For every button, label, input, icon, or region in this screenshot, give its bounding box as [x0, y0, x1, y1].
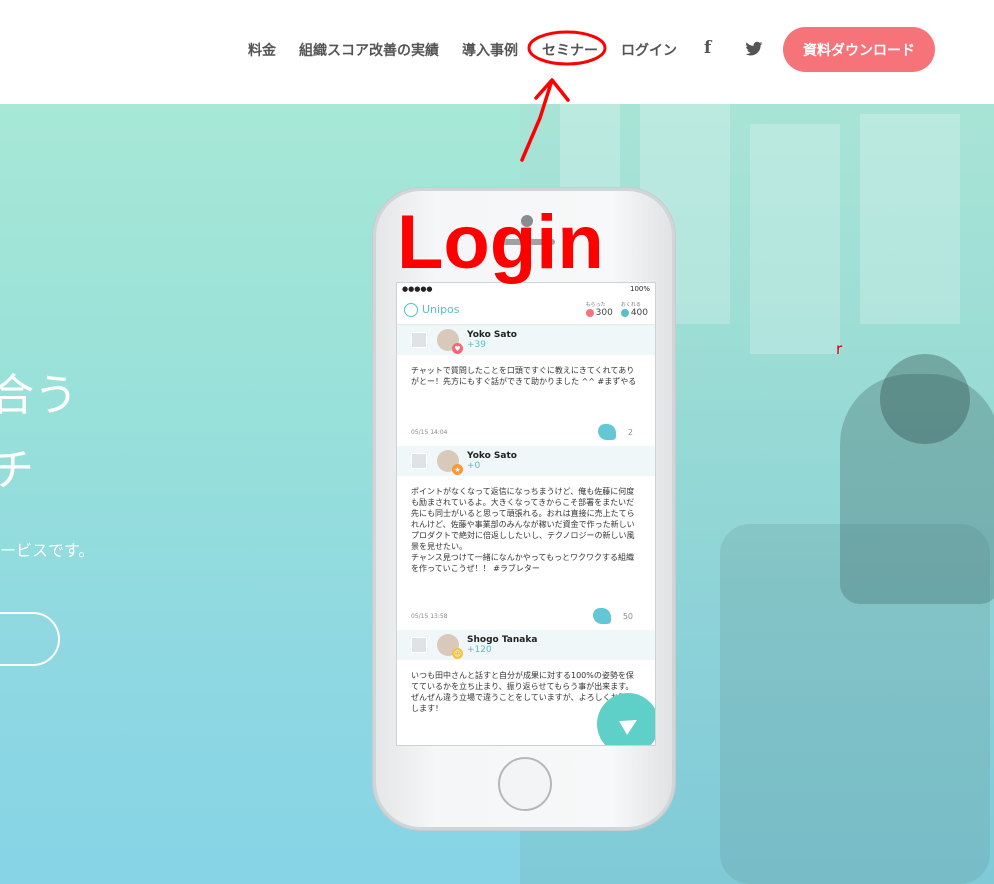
post-points: +120 [467, 645, 492, 655]
feed-post[interactable]: ★ Yoko Sato +0 ポイントがなくなって返信になっちまうけど、俺も佐藤… [397, 446, 655, 630]
points-summary: もらった 300 おくれる 400 [585, 301, 648, 318]
post-header: ☺ Shogo Tanaka +120 [397, 630, 655, 660]
sent-points: おくれる 400 [620, 301, 648, 318]
post-header: ★ Yoko Sato +0 [397, 446, 655, 476]
window-pane [860, 114, 960, 324]
post-points: +39 [467, 340, 486, 350]
phone-home-button [498, 757, 552, 811]
send-icon [619, 713, 641, 735]
sender-avatar [411, 453, 427, 469]
annotation-login-text: Login [397, 200, 604, 285]
post-footer: 05/15 13:58 50 [397, 602, 655, 630]
window-pane [750, 124, 840, 354]
nav-case-studies[interactable]: 導入事例 [462, 40, 518, 60]
post-points: +0 [467, 461, 481, 471]
clap-icon[interactable] [597, 424, 616, 440]
nav-pricing[interactable]: 料金 [248, 40, 276, 60]
post-message: チャットで質問したことを口頭ですぐに教えにきてくれてありがとー！先方にもすぐ話が… [411, 366, 637, 386]
sender-avatar [411, 332, 427, 348]
recipient-avatar: ☺ [437, 634, 463, 659]
download-materials-button[interactable]: 資料ダウンロード [783, 27, 935, 72]
facebook-icon[interactable]: f [704, 38, 711, 58]
twitter-icon[interactable] [745, 41, 763, 57]
feed-post[interactable]: ♥ Yoko Sato +39 チャットで質問したことを口頭ですぐに教えにきてく… [397, 325, 655, 446]
app-name: Unipos [422, 303, 460, 316]
heart-badge-icon: ♥ [452, 343, 463, 354]
sender-avatar [411, 637, 427, 653]
post-date: 05/15 14:04 [411, 428, 448, 436]
nav-seminar[interactable]: セミナー [542, 40, 598, 60]
unipos-logo: Unipos [404, 302, 460, 317]
recipient-avatar: ★ [437, 450, 463, 475]
post-message: ポイントがなくなって返信になっちまうけど、俺も佐藤に何度も励まされているよ。大き… [411, 487, 635, 573]
carrier-signal: ●●●●● [402, 285, 433, 293]
sent-icon [620, 309, 629, 317]
annotation-stray-text: r [836, 340, 843, 358]
post-date: 05/15 13:58 [411, 612, 448, 620]
clap-count: 50 [622, 611, 633, 621]
smile-badge-icon: ☺ [452, 648, 463, 659]
hero-headline-line1: 合う [0, 370, 78, 421]
site-header: 料金 組織スコア改善の実績 導入事例 セミナー ログイン f 資料ダウンロード [0, 0, 994, 104]
hero-subtitle: ービスです。 [0, 541, 95, 560]
received-caption: もらった [585, 302, 606, 308]
recipient-name: Yoko Sato [467, 451, 517, 461]
hero-headline-line2: チ [0, 445, 34, 496]
clap-count: 2 [627, 427, 633, 437]
star-badge-icon: ★ [452, 464, 463, 475]
recipient-name: Yoko Sato [467, 330, 517, 340]
received-value: 300 [595, 308, 613, 318]
app-bar: Unipos もらった 300 おくれる 400 [397, 295, 655, 325]
clap-icon[interactable] [592, 608, 611, 624]
post-header: ♥ Yoko Sato +39 [397, 325, 655, 355]
hero-cta-button[interactable] [0, 612, 60, 666]
photo-person-head [880, 354, 970, 444]
post-footer: 05/15 14:04 2 [397, 418, 655, 446]
sent-caption: おくれる [620, 302, 641, 308]
received-icon [585, 309, 594, 317]
recipient-avatar: ♥ [437, 329, 463, 354]
unipos-logo-icon [404, 302, 418, 317]
sent-value: 400 [630, 308, 648, 318]
battery-level: 100% [629, 285, 650, 293]
recipient-name: Shogo Tanaka [467, 635, 538, 645]
received-points: もらった 300 [585, 301, 613, 318]
phone-screen: ●●●●● 100% Unipos もらった 300 おくれる 400 ♥ Yo… [396, 282, 656, 746]
nav-login[interactable]: ログイン [621, 40, 677, 60]
nav-score-results[interactable]: 組織スコア改善の実績 [299, 40, 439, 60]
send-button[interactable] [597, 693, 655, 745]
